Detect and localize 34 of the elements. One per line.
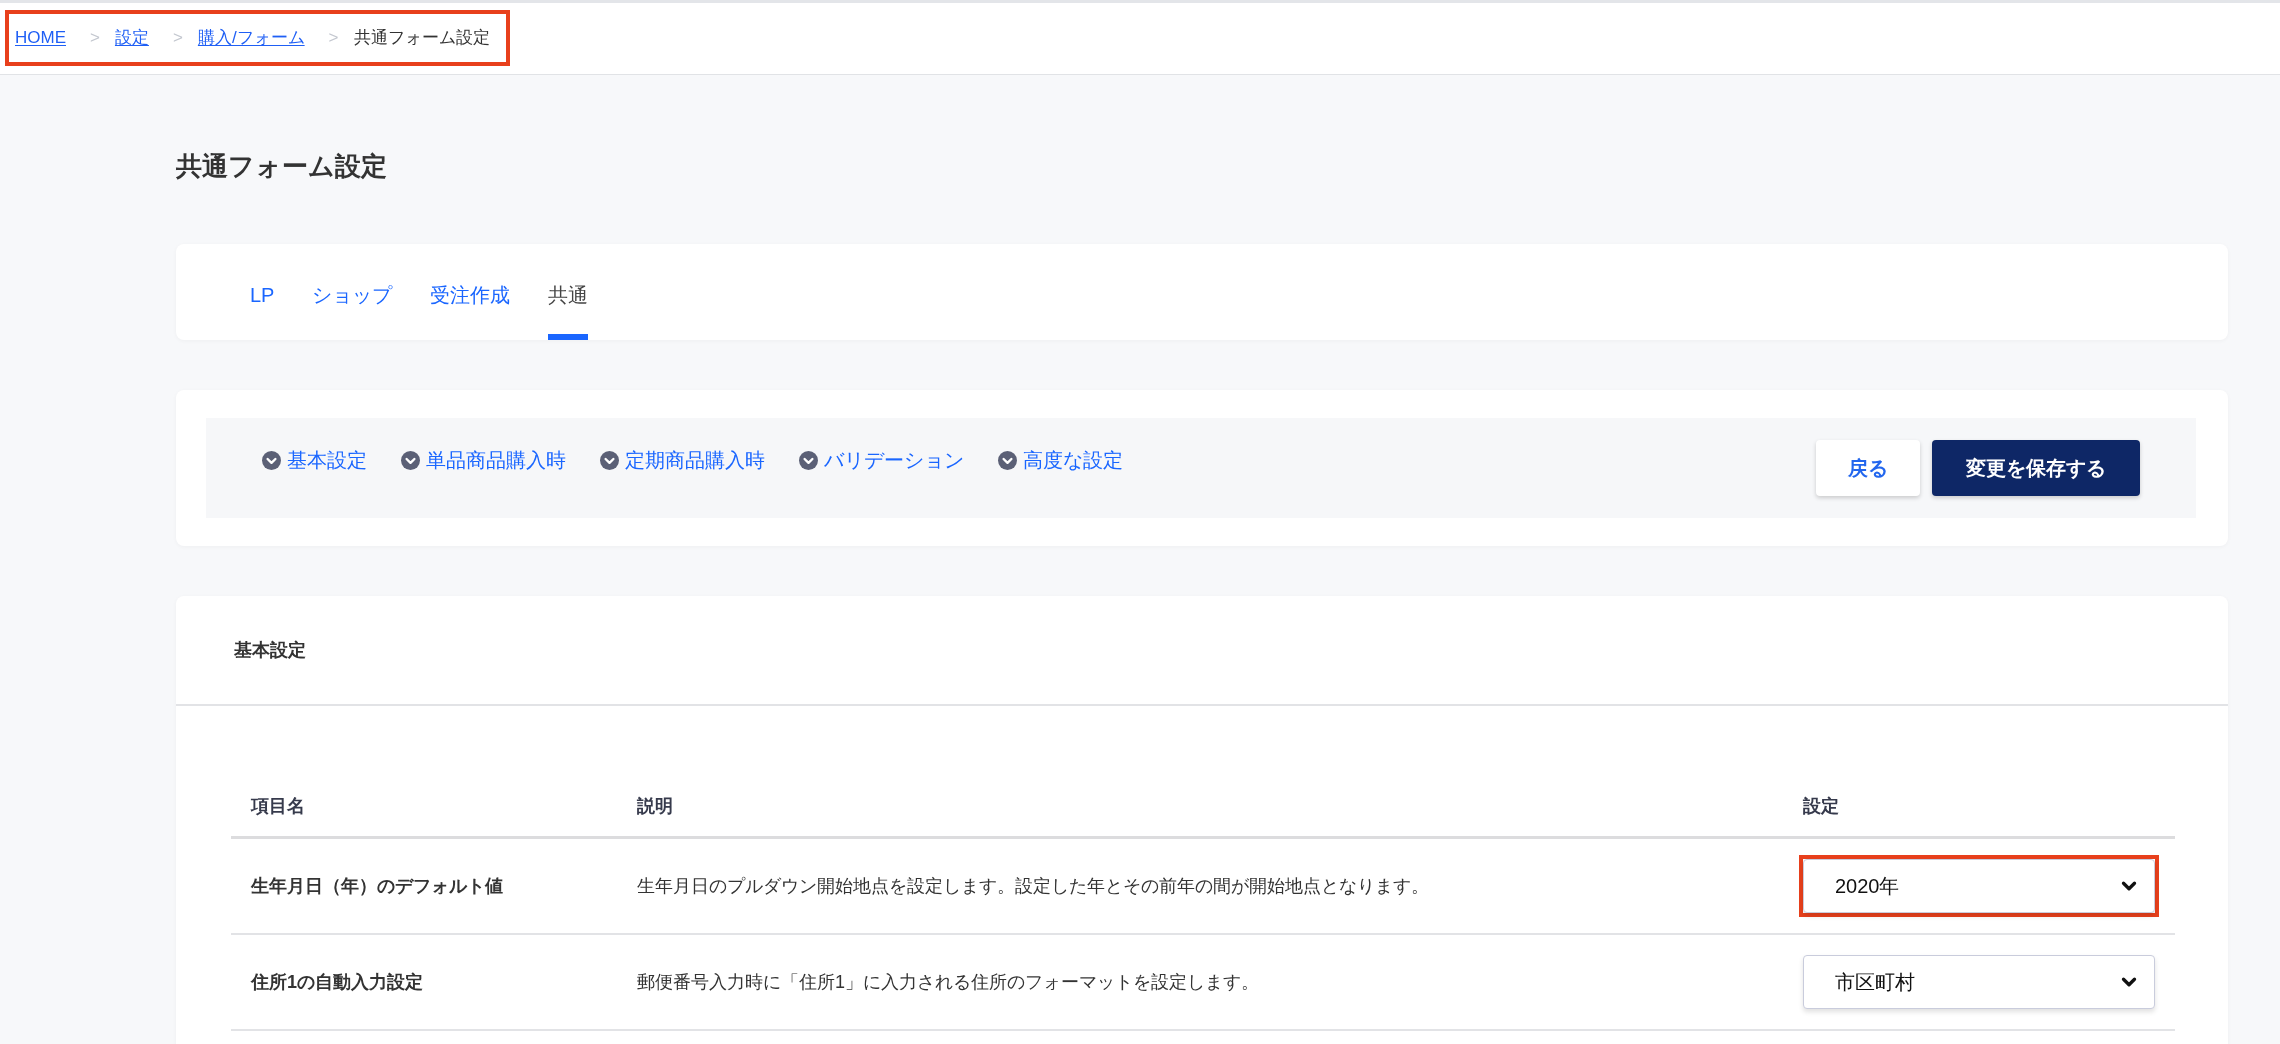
section-link[interactable]: 基本設定 xyxy=(262,445,367,475)
description-text: 生年月日のプルダウン開始地点を設定します。設定した年とその前年の間が開始地点となります。 xyxy=(637,875,1429,896)
tab[interactable]: LP xyxy=(250,244,275,340)
column-header: 説明 xyxy=(637,795,673,816)
page-title: 共通フォーム設定 xyxy=(176,150,388,183)
row-name: 生年月日（年）のデフォルト値 xyxy=(251,875,503,896)
back-button[interactable]: 戻る xyxy=(1816,440,1920,496)
tab[interactable]: ショップ xyxy=(312,244,393,340)
save-button[interactable]: 変更を保存する xyxy=(1932,440,2140,496)
section-title: 基本設定 xyxy=(234,638,306,662)
section-link[interactable]: バリデーション xyxy=(799,445,964,475)
section-link[interactable]: 高度な設定 xyxy=(998,445,1123,475)
breadcrumb-link[interactable]: 設定 xyxy=(114,25,149,51)
section-link[interactable]: 定期商品購入時 xyxy=(600,445,765,475)
column-header: 項目名 xyxy=(251,795,305,816)
chevron-down-circle-icon xyxy=(262,450,281,470)
breadcrumb-link[interactable]: HOME xyxy=(15,25,66,51)
breadcrumb-link[interactable]: 購入/フォーム xyxy=(197,25,305,51)
breadcrumb-current: 共通フォーム設定 xyxy=(353,27,490,50)
section-link[interactable]: 単品商品購入時 xyxy=(401,445,566,475)
row-name: 住所1の自動入力設定 xyxy=(251,971,423,992)
breadcrumb-separator: > xyxy=(328,27,339,50)
breadcrumb-separator: > xyxy=(172,27,183,50)
chevron-down-circle-icon xyxy=(600,450,619,470)
chevron-down-circle-icon xyxy=(799,450,818,470)
tab[interactable]: 受注作成 xyxy=(430,244,511,340)
tab[interactable]: 共通 xyxy=(548,244,589,340)
breadcrumb-separator: > xyxy=(90,27,100,50)
chevron-down-circle-icon xyxy=(998,450,1017,470)
dropdown-select[interactable]: 市区町村 xyxy=(1803,955,2155,1009)
chevron-down-circle-icon xyxy=(401,450,420,470)
dropdown-select[interactable]: 2020年 xyxy=(1803,859,2155,913)
column-header: 設定 xyxy=(1803,795,1839,816)
description-text: 郵便番号入力時に「住所1」に入力される住所のフォーマットを設定します。 xyxy=(637,971,1259,992)
